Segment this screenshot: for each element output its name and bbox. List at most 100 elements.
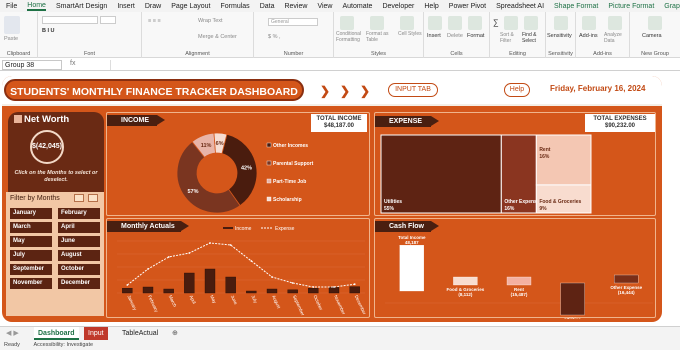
delete-button[interactable]: Delete [447,33,463,39]
waterfall-value: (8,112) [458,292,473,297]
input-tab-button[interactable]: INPUT TAB [388,83,438,97]
addins-button[interactable]: Add-ins [579,33,598,39]
sensitivity-icon[interactable] [554,16,568,30]
month-button-july[interactable]: July [10,250,52,261]
camera-button[interactable]: Camera [642,33,662,39]
ribbon-tab-review[interactable]: Review [284,3,307,10]
x-tick-label: May [209,294,217,304]
help-button[interactable]: Help [504,83,530,97]
addins-icon[interactable] [582,16,596,30]
ribbon-tab-formulas[interactable]: Formulas [221,3,250,10]
multi-select-icon[interactable] [74,194,84,202]
clear-filter-icon[interactable] [88,194,98,202]
camera-icon[interactable] [648,16,662,30]
number-format-select[interactable]: General [268,18,318,26]
ribbon-tab-shape-format[interactable]: Shape Format [554,3,598,10]
paste-icon[interactable] [4,16,20,34]
name-box[interactable]: Group 38 [2,60,62,70]
add-sheet-icon[interactable]: ⊕ [168,327,182,340]
conditional-formatting-icon[interactable] [340,16,354,30]
month-button-september[interactable]: September [10,264,52,275]
ribbon-tab-picture-format[interactable]: Picture Format [608,3,654,10]
insert-button[interactable]: Insert [427,33,441,39]
month-button-december[interactable]: December [58,278,100,289]
ribbon-tab-spreadsheet-ai[interactable]: Spreadsheet AI [496,3,544,10]
analyze-data-button[interactable]: Analyze Data [604,32,628,44]
month-button-march[interactable]: March [10,222,52,233]
bold-italic-underline-icons[interactable]: B I U [42,28,55,34]
status-bar: Ready Accessibility: Investigate [0,340,680,350]
ribbon-tab-developer[interactable]: Developer [382,3,414,10]
format-as-table-icon[interactable] [370,16,384,30]
sort-filter-button[interactable]: Sort & Filter [500,32,520,44]
legend-swatch-income [223,227,233,229]
month-button-june[interactable]: June [58,236,100,247]
monthly-actuals-panel: Monthly Actuals Income Expense January Febr… [106,218,370,318]
income-bar [349,286,360,294]
ribbon-tab-insert[interactable]: Insert [117,3,135,10]
ribbon-tab-page-layout[interactable]: Page Layout [171,3,210,10]
format-as-table-button[interactable]: Format as Table [366,31,396,43]
cell-styles-button[interactable]: Cell Styles [398,31,422,38]
accessibility-status[interactable]: Accessibility: Investigate [33,342,93,348]
ribbon-tab-data[interactable]: Data [260,3,275,10]
month-button-february[interactable]: February [58,208,100,219]
format-cells-icon[interactable] [468,16,482,30]
expense-point [291,282,294,284]
ribbon-tab-file[interactable]: File [6,3,17,10]
legend-swatch [266,160,272,166]
sheet-tabs-bar: ◀ ▶ Dashboard Input TableActual ⊕ [0,326,680,340]
treemap-value: 9% [539,206,547,212]
ribbon-tab-help[interactable]: Help [424,3,438,10]
cell-styles-icon[interactable] [400,16,414,30]
newgroup-label: New Group [641,51,669,57]
ribbon-tab-home[interactable]: Home [27,2,46,11]
wrap-text-button[interactable]: Wrap Text [198,18,223,24]
format-button[interactable]: Format [467,33,484,39]
month-button-april[interactable]: April [58,222,100,233]
legend-label: Other Incomes [273,143,308,149]
ribbon-tab-draw[interactable]: Draw [145,3,161,10]
conditional-formatting-button[interactable]: Conditional Formatting [336,31,366,43]
align-icons[interactable]: ≡ ≡ ≡ [148,18,161,24]
income-bar [287,289,298,294]
legend-swatch [266,142,272,148]
analyze-data-icon[interactable] [608,16,622,30]
find-select-button[interactable]: Find & Select [522,32,544,44]
group-font: B I U Font [38,12,142,58]
fx-icon[interactable]: fx [70,60,75,67]
income-bar [225,276,236,294]
month-button-november[interactable]: November [10,278,52,289]
font-size-box[interactable] [100,16,116,24]
ribbon-tab-automate[interactable]: Automate [342,3,372,10]
sensitivity-button[interactable]: Sensitivity [547,33,572,39]
waterfall-bar [506,276,532,286]
sheet-tab-dashboard[interactable]: Dashboard [34,327,79,340]
worksheet[interactable]: STUDENTS' MONTHLY FINANCE TRACKER DASHBO… [0,72,680,326]
sheet-nav-arrows[interactable]: ◀ ▶ [2,327,23,340]
number-format-icons[interactable]: $ % , [268,34,281,40]
month-button-october[interactable]: October [58,264,100,275]
treemap-label: Other Expense [504,199,540,205]
sort-filter-icon[interactable] [504,16,518,30]
delete-cells-icon[interactable] [448,16,462,30]
autosum-icon[interactable]: ∑ [493,18,499,27]
status-ready: Ready [4,342,20,348]
x-tick-label: July [250,294,258,304]
ribbon-tab-power-pivot[interactable]: Power Pivot [449,3,486,10]
font-name-box[interactable] [42,16,98,24]
insert-cells-icon[interactable] [428,16,442,30]
month-button-may[interactable]: May [10,236,52,247]
sheet-tab-tableactual[interactable]: TableActual [118,327,162,340]
month-button-january[interactable]: January [10,208,52,219]
ribbon-tab-graphics-format[interactable]: Graphics Format [664,3,680,10]
sheet-tab-input[interactable]: Input [84,327,108,340]
expense-point [271,276,273,278]
merge-center-button[interactable]: Merge & Center [198,34,237,40]
find-select-icon[interactable] [524,16,538,30]
ribbon-tab-smartart-design[interactable]: SmartArt Design [56,3,107,10]
formula-input[interactable] [110,60,678,70]
expense-point [229,244,232,246]
ribbon-tab-view[interactable]: View [317,3,332,10]
month-button-august[interactable]: August [58,250,100,261]
